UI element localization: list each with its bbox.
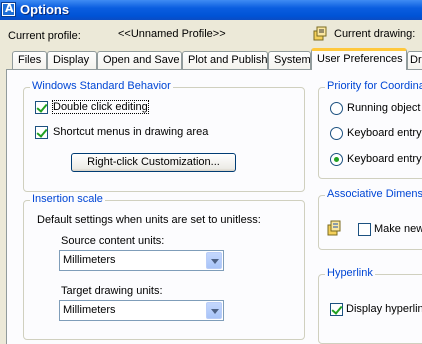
current-profile-value: <<Unnamed Profile>> <box>118 28 226 40</box>
source-content-units-label: Source content units: <box>61 235 165 247</box>
keyboard-entry-radio[interactable] <box>330 127 343 140</box>
current-profile-label: Current profile: <box>8 30 81 42</box>
running-object-snap-radio[interactable] <box>330 102 343 115</box>
display-hyperlink-checkbox[interactable] <box>330 303 343 316</box>
insertion-scale-description: Default settings when units are set to u… <box>37 214 261 226</box>
tab-user-preferences[interactable]: User Preferences <box>311 48 407 70</box>
associative-dimension-icon <box>327 220 341 236</box>
title-bar[interactable]: Options <box>0 0 422 20</box>
hyperlink-group: Hyperlink Display hyperlink <box>318 267 422 344</box>
insertion-scale-group: Insertion scale Default settings when un… <box>23 193 305 340</box>
double-click-label[interactable]: Double click editing <box>52 100 149 114</box>
priority-coordinate-title: Priority for Coordinate <box>325 80 422 92</box>
windows-standard-behavior-title: Windows Standard Behavior <box>30 80 173 92</box>
window-title: Options <box>20 2 70 17</box>
tab-open-and-save[interactable]: Open and Save <box>97 51 182 69</box>
keyboard-entry-except-scripts-label[interactable]: Keyboard entry e <box>347 153 422 165</box>
double-click-checkbox[interactable] <box>35 101 48 114</box>
hyperlink-title: Hyperlink <box>325 267 375 279</box>
priority-coordinate-group: Priority for Coordinate Running object s… <box>318 80 422 179</box>
source-content-units-select[interactable]: Millimeters <box>59 250 224 271</box>
current-drawing-label: Current drawing: <box>334 28 416 40</box>
insertion-scale-title: Insertion scale <box>30 193 105 205</box>
shortcut-menus-label[interactable]: Shortcut menus in drawing area <box>53 126 208 138</box>
tab-display[interactable]: Display <box>47 51 97 69</box>
make-new-dimensions-checkbox[interactable] <box>358 223 371 236</box>
tab-plot-and-publish[interactable]: Plot and Publish <box>182 51 268 69</box>
display-hyperlink-label[interactable]: Display hyperlink <box>346 303 422 315</box>
shortcut-menus-checkbox[interactable] <box>35 126 48 139</box>
tab-drafting[interactable]: Dra <box>407 51 422 69</box>
running-object-snap-label[interactable]: Running object s <box>347 102 422 114</box>
tab-files[interactable]: Files <box>12 51 47 69</box>
associative-dimensioning-title: Associative Dimensi <box>325 188 422 200</box>
source-content-units-value: Millimeters <box>63 254 116 266</box>
windows-standard-behavior-group: Windows Standard Behavior Double click e… <box>23 80 305 192</box>
target-drawing-units-label: Target drawing units: <box>61 285 163 297</box>
keyboard-entry-except-scripts-radio[interactable] <box>330 153 343 166</box>
drawing-icon <box>313 26 327 41</box>
target-drawing-units-select[interactable]: Millimeters <box>59 300 224 321</box>
tab-panel: Windows Standard Behavior Double click e… <box>6 69 422 344</box>
profile-row: Current profile: <<Unnamed Profile>> Cur… <box>0 22 422 46</box>
chevron-down-icon[interactable] <box>206 302 222 319</box>
autocad-app-icon[interactable] <box>1 2 16 17</box>
chevron-down-icon[interactable] <box>206 252 222 269</box>
right-click-customization-button[interactable]: Right-click Customization... <box>71 153 236 172</box>
associative-dimensioning-group: Associative Dimensi Make new <box>318 188 422 250</box>
make-new-dimensions-label[interactable]: Make new <box>374 223 422 235</box>
tab-system[interactable]: System <box>268 51 311 69</box>
target-drawing-units-value: Millimeters <box>63 304 116 316</box>
tab-strip: Files Display Open and Save Plot and Pub… <box>0 48 422 70</box>
keyboard-entry-label[interactable]: Keyboard entry <box>347 127 422 139</box>
